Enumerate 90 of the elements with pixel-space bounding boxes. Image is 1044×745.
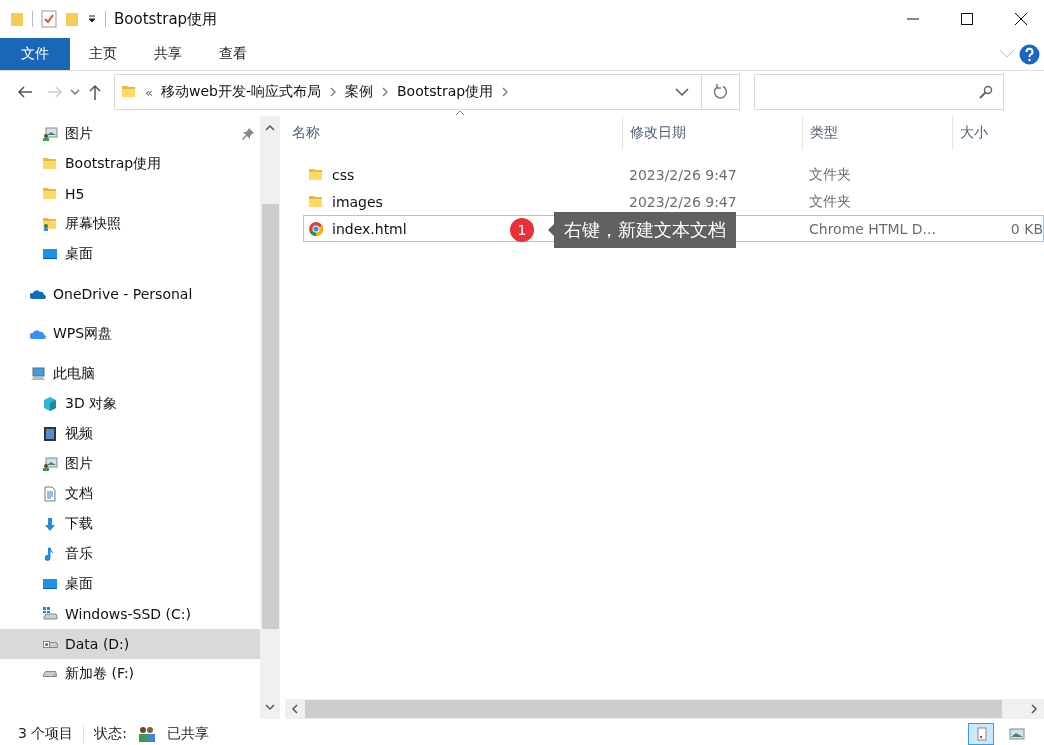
shared-folder-icon xyxy=(42,216,58,232)
desktop-icon xyxy=(43,579,57,589)
chevron-icon[interactable] xyxy=(501,87,510,97)
date-cell: 2023/2/26 9:47 xyxy=(629,166,737,183)
nav-item[interactable]: 音乐 xyxy=(0,539,260,569)
type-cell: 文件夹 xyxy=(809,165,851,182)
address-bar[interactable]: « 移动web开发-响应式布局 案例 Bootstrap使用 xyxy=(114,74,702,110)
ribbon-tab[interactable]: 共享 xyxy=(135,38,200,70)
callout-tooltip: 右键，新建文本文档 xyxy=(554,212,736,248)
window-title: Bootstrap使用 xyxy=(114,9,219,29)
up-arrow-icon xyxy=(89,84,101,100)
drive-icon xyxy=(43,671,57,677)
chevron-icon[interactable] xyxy=(329,87,337,97)
horizontal-scrollbar[interactable] xyxy=(285,699,1044,719)
customize-dropdown-icon[interactable] xyxy=(87,14,97,24)
thumbnail-view-icon xyxy=(1009,727,1025,741)
music-note-icon xyxy=(45,547,55,561)
type-cell: 文件夹 xyxy=(809,192,851,209)
nav-item[interactable]: OneDrive - Personal xyxy=(0,279,260,309)
item-count: 3 个项目 xyxy=(18,725,74,743)
search-field[interactable] xyxy=(754,74,1004,110)
nav-item[interactable]: 图片 xyxy=(0,119,260,149)
type-cell: Chrome HTML D... xyxy=(809,220,936,237)
status-value: 已共享 xyxy=(167,725,210,743)
film-icon xyxy=(42,426,58,442)
search-icon xyxy=(979,85,993,99)
overflow-chevron[interactable]: « xyxy=(145,84,153,100)
nav-item[interactable]: 3D 对象 xyxy=(0,389,260,419)
scroll-up-icon[interactable] xyxy=(265,124,275,132)
chevron-icon[interactable] xyxy=(381,87,389,97)
computer-icon xyxy=(30,366,46,382)
breadcrumb[interactable]: 移动web开发-响应式布局 xyxy=(160,83,321,101)
column-header[interactable]: 类型 xyxy=(803,116,953,150)
breadcrumb[interactable]: 案例 xyxy=(345,83,373,101)
download-arrow-icon xyxy=(44,517,56,531)
vertical-scrollbar[interactable] xyxy=(260,116,280,719)
drive-icon xyxy=(42,606,58,622)
nav-item[interactable]: 此电脑 xyxy=(0,359,260,389)
nav-item[interactable]: Data (D:) xyxy=(0,629,260,659)
size-cell: 0 KB xyxy=(1010,220,1043,237)
recent-locations-icon[interactable] xyxy=(70,88,80,96)
breadcrumb[interactable]: Bootstrap使用 xyxy=(397,83,494,101)
cube-icon xyxy=(42,396,58,412)
document-icon xyxy=(42,486,58,502)
ribbon-tab[interactable]: 文件 xyxy=(0,38,70,70)
pictures-icon xyxy=(42,456,58,472)
properties-icon[interactable] xyxy=(41,10,57,28)
details-view-icon xyxy=(974,727,988,741)
cloud-icon xyxy=(30,288,46,300)
drive-icon xyxy=(42,640,58,648)
nav-item[interactable]: 新加卷 (F:) xyxy=(0,659,260,689)
ribbon-tab[interactable]: 主页 xyxy=(70,38,135,70)
nav-item[interactable]: 图片 xyxy=(0,449,260,479)
status-label: 状态: xyxy=(94,725,128,743)
date-cell: 2023/2/26 9:47 xyxy=(629,193,737,210)
nav-item[interactable]: H5 xyxy=(0,179,260,209)
close-icon xyxy=(1014,12,1028,26)
file-name: images xyxy=(332,193,383,210)
help-icon[interactable] xyxy=(1019,43,1040,65)
maximize-icon xyxy=(961,13,973,25)
file-row[interactable]: images 2023/2/26 9:47 文件夹 xyxy=(303,188,1044,215)
file-name: css xyxy=(332,166,355,183)
back-arrow-icon xyxy=(17,86,33,98)
nav-item[interactable]: 桌面 xyxy=(0,569,260,599)
nav-item[interactable]: Bootstrap使用 xyxy=(0,149,260,179)
browser-icon xyxy=(308,220,324,237)
column-header[interactable]: 名称 xyxy=(285,116,623,150)
shared-users-icon xyxy=(137,725,158,743)
cloud-icon xyxy=(30,328,46,340)
pictures-icon xyxy=(42,126,58,142)
dropdown-icon[interactable] xyxy=(675,87,689,97)
nav-item[interactable]: 屏幕快照 xyxy=(0,209,260,239)
nav-item[interactable]: Windows-SSD (C:) xyxy=(0,599,260,629)
forward-arrow-icon xyxy=(47,86,63,98)
column-header[interactable]: 大小 xyxy=(953,116,1043,150)
ribbon-tab[interactable]: 查看 xyxy=(200,38,265,70)
nav-item[interactable]: 视频 xyxy=(0,419,260,449)
step-badge: 1 xyxy=(510,218,534,242)
scroll-down-icon[interactable] xyxy=(265,703,275,711)
refresh-icon xyxy=(712,84,729,100)
nav-item[interactable]: WPS网盘 xyxy=(0,319,260,349)
column-header[interactable]: 修改日期 xyxy=(623,116,803,150)
refresh-button[interactable] xyxy=(702,74,740,110)
details-view-button[interactable] xyxy=(968,723,994,745)
file-row[interactable]: css 2023/2/26 9:47 文件夹 xyxy=(303,161,1044,188)
desktop-icon xyxy=(43,249,57,259)
file-name: index.html xyxy=(332,220,407,237)
nav-item[interactable]: 文档 xyxy=(0,479,260,509)
nav-item[interactable]: 下载 xyxy=(0,509,260,539)
nav-item[interactable]: 桌面 xyxy=(0,239,260,269)
